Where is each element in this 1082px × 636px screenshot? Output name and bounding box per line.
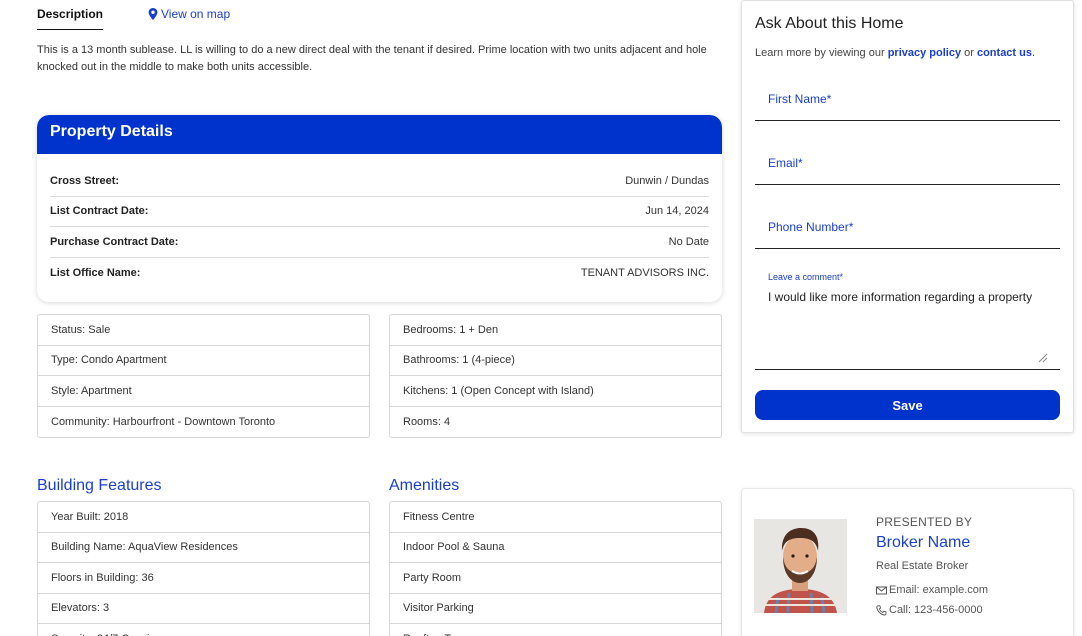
- form-subtitle: Learn more by viewing our privacy policy…: [755, 47, 1035, 59]
- detail-row: Purchase Contract Date: No Date: [50, 227, 709, 258]
- comment-textarea[interactable]: [755, 263, 1060, 370]
- detail-value: No Date: [668, 235, 709, 248]
- table-row: Rooftop Terrace: [390, 624, 721, 636]
- overview-table-right: Bedrooms: 1 + Den Bathrooms: 1 (4-piece)…: [389, 314, 722, 438]
- form-sub-or: or: [961, 47, 977, 59]
- property-details-title: Property Details: [37, 115, 722, 154]
- detail-label: List Office Name:: [50, 266, 141, 279]
- table-row: Bedrooms: 1 + Den: [390, 315, 721, 346]
- tab-view-on-map[interactable]: View on map: [148, 7, 230, 21]
- amenities-table: Fitness Centre Indoor Pool & Sauna Party…: [389, 501, 722, 636]
- table-row: Community: Harbourfront - Downtown Toron…: [51, 415, 276, 428]
- phone-icon: [876, 604, 887, 615]
- inquiry-form: Ask About this Home Learn more by viewin…: [741, 0, 1074, 433]
- form-sub-suffix: .: [1031, 47, 1036, 59]
- tab-description[interactable]: Description: [37, 7, 104, 30]
- table-row: Floors in Building: 36: [38, 563, 369, 594]
- broker-email-text: Email: example.com: [889, 584, 989, 596]
- comment-text: I would like more information regarding …: [768, 290, 1033, 304]
- table-row: Building Name: AquaView Residences: [38, 533, 369, 563]
- presented-by: PRESENTED BY: [876, 515, 973, 529]
- privacy-policy-link[interactable]: privacy policy: [888, 47, 961, 59]
- broker-email[interactable]: Email: example.com: [876, 584, 988, 596]
- agent-card: PRESENTED BY Broker Name Real Estate Bro…: [741, 488, 1074, 636]
- broker-role: Real Estate Broker: [876, 560, 969, 572]
- envelope-icon: [876, 586, 887, 594]
- table-row: Indoor Pool & Sauna: [390, 533, 721, 563]
- tab-map-label: View on map: [161, 7, 231, 21]
- table-row: Kitchens: 1 (Open Concept with Island): [390, 376, 721, 407]
- table-row: Security: 24/7 Concierge: [38, 624, 369, 636]
- broker-photo-icon: [754, 519, 847, 613]
- resize-handle-icon[interactable]: [1038, 353, 1048, 363]
- table-row: Elevators: 3: [38, 594, 369, 624]
- detail-label: Purchase Contract Date:: [50, 235, 179, 248]
- detail-value: TENANT ADVISORS INC.: [580, 266, 709, 279]
- detail-value: Dunwin / Dundas: [625, 174, 709, 187]
- broker-name[interactable]: Broker Name: [876, 534, 970, 552]
- table-row: Style: Apartment: [38, 376, 369, 407]
- table-row: Type: Condo Apartment: [38, 346, 369, 376]
- detail-label: Cross Street:: [50, 174, 120, 187]
- building-features-title: Building Features: [37, 477, 162, 494]
- avatar: [754, 519, 847, 613]
- detail-row: List Office Name: TENANT ADVISORS INC.: [50, 258, 709, 289]
- table-row: Status: Sale: [38, 315, 369, 346]
- building-features-table: Year Built: 2018 Building Name: AquaView…: [37, 501, 370, 636]
- listing-description: This is a 13 month sublease. LL is willi…: [37, 44, 707, 73]
- form-sub-prefix: Learn more by viewing our: [755, 47, 888, 59]
- contact-us-link[interactable]: contact us: [977, 47, 1032, 59]
- first-name-field[interactable]: [755, 81, 1060, 121]
- table-row: Visitor Parking: [390, 594, 721, 624]
- tab-bar: Description View on map: [37, 0, 722, 32]
- table-row: Party Room: [390, 563, 721, 594]
- table-row: Fitness Centre: [390, 502, 721, 533]
- property-details-card: Property Details Cross Street: Dunwin / …: [37, 115, 722, 302]
- broker-phone[interactable]: Call: 123-456-0000: [876, 604, 983, 616]
- form-title: Ask About this Home: [755, 15, 904, 32]
- broker-phone-text: Call: 123-456-0000: [889, 604, 983, 616]
- overview-table-left: Status: Sale Type: Condo Apartment Style…: [37, 314, 370, 438]
- phone-field[interactable]: [755, 209, 1060, 249]
- save-button[interactable]: Save: [755, 390, 1060, 420]
- detail-row: Cross Street: Dunwin / Dundas: [50, 166, 709, 197]
- email-field[interactable]: [755, 145, 1060, 185]
- map-pin-icon: [148, 8, 158, 20]
- detail-label: List Contract Date:: [50, 205, 149, 218]
- amenities-title: Amenities: [389, 477, 460, 494]
- table-row: Rooms: 4: [403, 415, 451, 428]
- table-row: Bathrooms: 1 (4-piece): [390, 346, 721, 376]
- detail-value: Jun 14, 2024: [645, 205, 709, 218]
- detail-row: List Contract Date: Jun 14, 2024: [50, 197, 709, 227]
- table-row: Year Built: 2018: [38, 502, 369, 533]
